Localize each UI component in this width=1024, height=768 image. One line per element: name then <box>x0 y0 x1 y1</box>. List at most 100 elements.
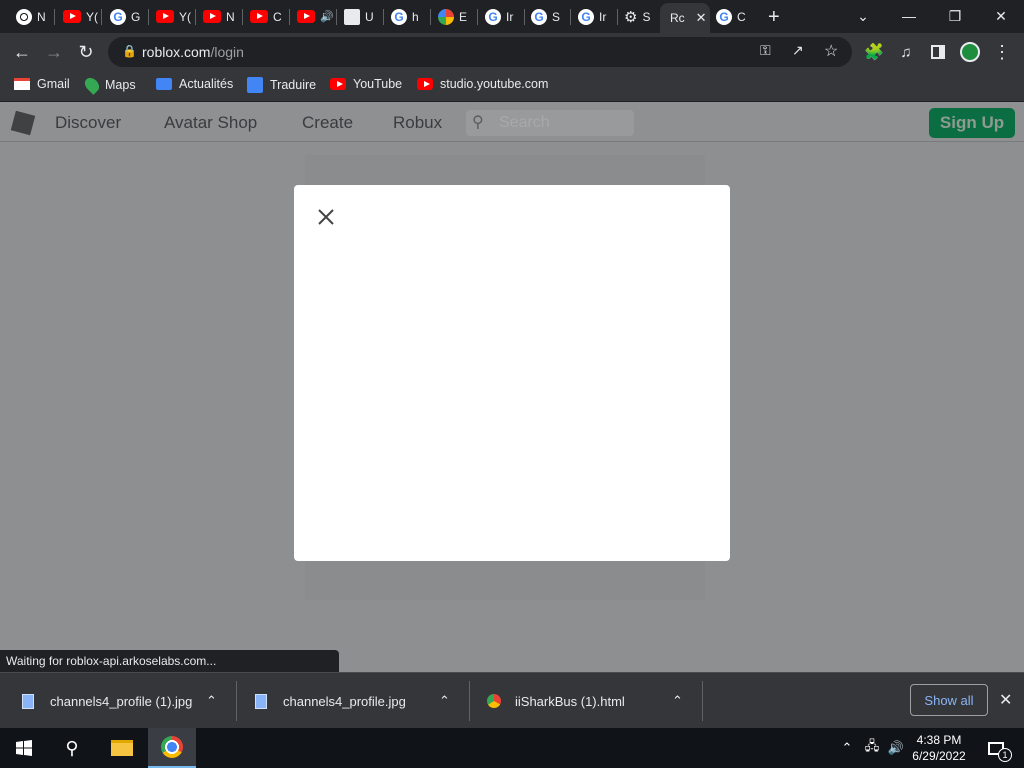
google-icon: G <box>110 8 126 25</box>
search-placeholder: Search <box>499 114 550 131</box>
close-shelf-icon[interactable]: ✕ <box>999 690 1012 710</box>
translate-icon <box>247 77 263 93</box>
chevron-up-icon[interactable]: ⌃ <box>206 693 217 709</box>
profile-avatar[interactable] <box>956 38 984 66</box>
bookmark-studio[interactable]: studio.youtube.com <box>417 77 548 91</box>
chevron-up-icon[interactable]: ⌃ <box>672 693 683 709</box>
bookmarks-bar: Gmail Maps Actualités Traduire YouTube s… <box>0 71 1024 102</box>
tab-strip: N Y( G G Y( N C 🔊 U G h E G Ir G S G Ir … <box>0 0 1024 33</box>
chevron-up-icon[interactable]: ⌃ <box>439 693 450 709</box>
tab-4[interactable]: Y( <box>156 5 191 28</box>
tab-active-roblox[interactable]: Rc ✕ <box>660 3 710 33</box>
side-panel-icon[interactable] <box>924 38 952 66</box>
bookmark-label: Actualités <box>179 77 234 91</box>
windows-start-icon[interactable] <box>0 728 48 768</box>
tab-8[interactable]: U <box>344 5 374 28</box>
chrome-taskbar-icon[interactable] <box>148 728 196 768</box>
network-icon[interactable]: 🖧 <box>860 728 884 768</box>
tab-12[interactable]: G S <box>531 5 560 28</box>
notification-count: 1 <box>998 748 1012 762</box>
download-filename: channels4_profile.jpg <box>283 693 406 709</box>
tab-3[interactable]: G G <box>110 5 140 28</box>
address-bar[interactable]: 🔒 roblox.com/login ⚿ ↗ ☆ <box>108 37 852 67</box>
tab-16[interactable]: G C <box>716 5 746 28</box>
forward-icon[interactable]: → <box>40 38 68 66</box>
youtube-icon <box>203 10 221 23</box>
tab-title: N <box>226 9 235 24</box>
tab-1[interactable]: N <box>16 5 46 28</box>
reload-icon[interactable]: ↻ <box>72 38 100 66</box>
tab-title: N <box>37 9 46 24</box>
download-item[interactable]: iiSharkBus (1).html ⌃ <box>487 673 697 729</box>
tab-5[interactable]: N <box>203 5 235 28</box>
page-viewport: Discover Avatar Shop Create Robux ⚲ Sear… <box>0 102 1024 672</box>
tab-9[interactable]: G h <box>391 5 419 28</box>
media-control-icon[interactable]: ♫ <box>892 38 920 66</box>
chrome-icon <box>16 8 32 25</box>
url-text[interactable]: roblox.com/login <box>142 44 244 60</box>
nav-avatar-shop[interactable]: Avatar Shop <box>164 113 257 133</box>
restore-icon[interactable]: ❐ <box>932 0 978 32</box>
bookmark-label: Gmail <box>37 77 70 91</box>
tab-2[interactable]: Y( <box>63 5 98 28</box>
tab-title: S <box>552 9 561 24</box>
sign-up-button[interactable]: Sign Up <box>929 108 1015 138</box>
tab-title: C <box>737 9 746 24</box>
bookmark-gmail[interactable]: Gmail <box>14 77 70 91</box>
tab-title: Ir <box>506 9 514 24</box>
file-explorer-icon[interactable] <box>98 728 146 768</box>
notification-icon[interactable]: 1 <box>980 728 1012 768</box>
photos-icon <box>438 8 454 25</box>
nav-create[interactable]: Create <box>302 113 353 133</box>
back-icon[interactable]: ← <box>8 38 36 66</box>
tab-title: U <box>365 9 374 24</box>
tab-10[interactable]: E <box>438 5 467 28</box>
tab-title: Y( <box>179 9 191 24</box>
clock-time: 4:38 PM <box>916 733 962 747</box>
key-icon[interactable]: ⚿ <box>760 42 771 59</box>
nav-discover[interactable]: Discover <box>55 113 121 133</box>
menu-icon[interactable]: ⋮ <box>988 38 1016 66</box>
bookmark-translate[interactable]: Traduire <box>247 77 316 93</box>
star-icon[interactable]: ☆ <box>824 41 838 61</box>
bookmark-maps[interactable]: Maps <box>82 75 136 95</box>
google-icon: G <box>716 8 732 25</box>
tab-11[interactable]: G Ir <box>485 5 513 28</box>
download-filename: iiSharkBus (1).html <box>515 693 625 709</box>
extensions-icon[interactable]: 🧩 <box>860 38 888 66</box>
tab-6[interactable]: C <box>250 5 282 28</box>
bookmark-youtube[interactable]: YouTube <box>330 77 402 91</box>
search-input[interactable]: ⚲ Search <box>466 110 634 136</box>
close-icon[interactable] <box>314 205 338 229</box>
share-icon[interactable]: ↗ <box>792 42 804 59</box>
new-tab-icon[interactable]: + <box>768 6 780 29</box>
google-icon: G <box>391 8 407 25</box>
chrome-icon <box>487 694 501 708</box>
tab-title: S <box>642 9 651 24</box>
tab-7[interactable]: 🔊 <box>297 5 339 28</box>
tab-close-icon[interactable]: ✕ <box>696 10 707 26</box>
maps-icon <box>82 75 102 95</box>
lock-icon: 🔒 <box>122 44 137 58</box>
image-file-icon <box>22 693 34 709</box>
settings-icon: ⚙ <box>624 8 638 26</box>
tab-title: Ir <box>599 9 607 24</box>
tab-14[interactable]: ⚙ S <box>624 5 650 28</box>
roblox-navbar: Discover Avatar Shop Create Robux ⚲ Sear… <box>0 102 1024 142</box>
download-item[interactable]: channels4_profile (1).jpg ⌃ <box>22 673 232 729</box>
show-all-button[interactable]: Show all <box>910 684 988 716</box>
tab-search-icon[interactable]: ⌄ <box>840 0 886 32</box>
tab-13[interactable]: G Ir <box>578 5 606 28</box>
roblox-logo-icon[interactable] <box>10 110 36 136</box>
download-item[interactable]: channels4_profile.jpg ⌃ <box>255 673 465 729</box>
tab-title: G <box>131 9 141 24</box>
volume-icon[interactable]: 🔊 <box>884 728 908 768</box>
minimize-icon[interactable]: — <box>886 0 932 32</box>
clock[interactable]: 4:38 PM 6/29/2022 <box>910 728 968 768</box>
download-shelf: channels4_profile (1).jpg ⌃ channels4_pr… <box>0 672 1024 728</box>
bookmark-news[interactable]: Actualités <box>156 77 233 91</box>
chevron-up-icon[interactable]: ⌃ <box>838 728 856 768</box>
nav-robux[interactable]: Robux <box>393 113 442 133</box>
search-taskbar-icon[interactable]: ⚲ <box>48 728 96 768</box>
close-window-icon[interactable]: ✕ <box>978 0 1024 32</box>
